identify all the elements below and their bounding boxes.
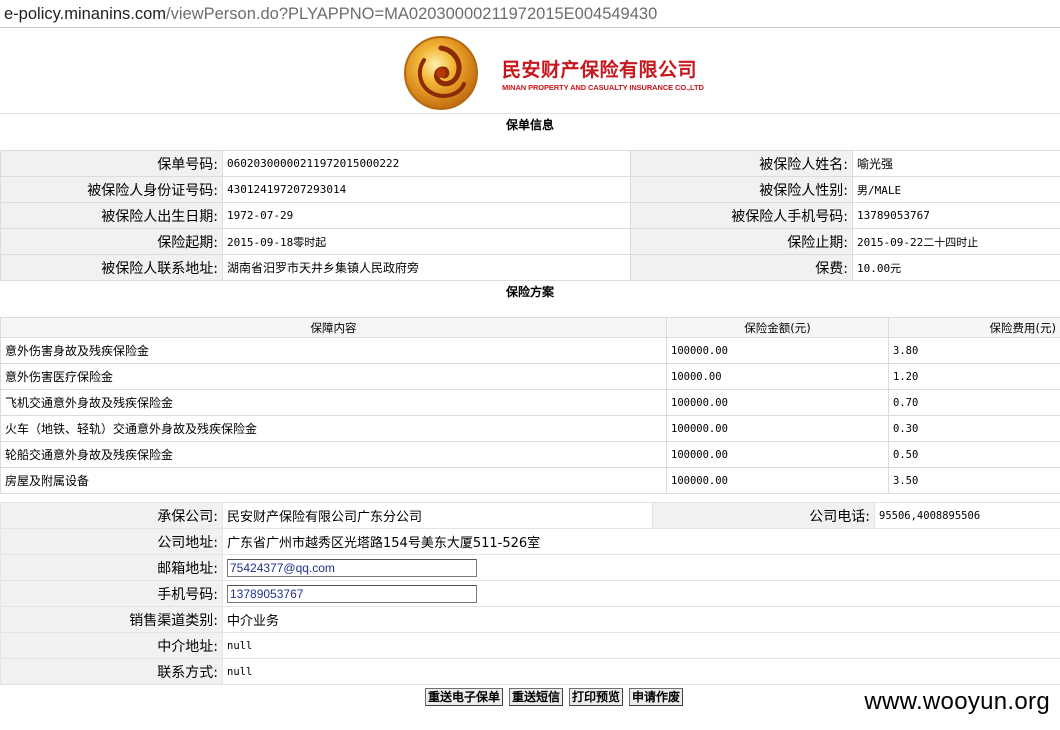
email-field[interactable]: 75424377@qq.com — [227, 558, 477, 577]
company-name-cn: 民安财产保险有限公司 — [502, 59, 698, 81]
id-number-value: 430124197207293014 — [222, 176, 631, 203]
insured-name-value: 喻光强 — [852, 150, 1060, 177]
table-row: 火车（地铁、轻轨）交通意外身故及残疾保险金 100000.00 0.30 — [0, 415, 1060, 442]
company-name-en: MINAN PROPERTY AND CASUALTY INSURANCE CO… — [502, 83, 704, 92]
premium-label: 保费: — [630, 254, 853, 281]
insured-name-label: 被保险人姓名: — [630, 150, 853, 177]
table-row: 保单号码: 060203000002119720150002​22 被保险人姓名… — [0, 150, 1060, 177]
plan-table: 保障内容 保险金额(元) 保险费用(元) 意外伤害身故及残疾保险金 100000… — [0, 317, 1060, 494]
table-row: 销售渠道类别: 中介业务 — [0, 606, 1060, 633]
end-date-label: 保险止期: — [630, 228, 853, 255]
contact-method-label: 联系方式: — [0, 658, 223, 685]
policy-number-label: 保单号码: — [0, 150, 223, 177]
coverage-fee: 0.50 — [888, 441, 1060, 468]
agent-address-value: null — [222, 632, 1060, 659]
email-cell: 75424377@qq.com — [222, 554, 1060, 581]
print-preview-button[interactable]: 打印预览 — [569, 688, 624, 706]
start-date-value: 2015-09-18零时起 — [222, 228, 631, 255]
table-header-row: 保障内容 保险金额(元) 保险费用(元) — [0, 317, 1060, 338]
address-bar[interactable]: e-policy.minanins.com/viewPerson.do?PLYA… — [0, 0, 1060, 28]
company-logo-header: 民安财产保险有限公司 MINAN PROPERTY AND CASUALTY I… — [0, 28, 1060, 113]
agent-address-label: 中介地址: — [0, 632, 223, 659]
coverage-fee: 3.50 — [888, 467, 1060, 494]
coverage-item: 意外伤害医疗保险金 — [0, 363, 667, 390]
birth-date-value: 1972-07-29 — [222, 202, 631, 229]
table-row: 意外伤害医疗保险金 10000.00 1.20 — [0, 363, 1060, 390]
table-row: 邮箱地址: 75424377@qq.com — [0, 554, 1060, 581]
coverage-amount: 100000.00 — [666, 415, 889, 442]
contact-address-label: 被保险人联系地址: — [0, 254, 223, 281]
premium-value: 10.00元 — [852, 254, 1060, 281]
contact-method-value: null — [222, 658, 1060, 685]
coverage-fee: 0.70 — [888, 389, 1060, 416]
coverage-amount: 10000.00 — [666, 363, 889, 390]
col-header-coverage: 保障内容 — [0, 317, 667, 338]
company-address-label: 公司地址: — [0, 528, 223, 555]
table-row: 被保险人出生日期: 1972-07-29 被保险人手机号码: 137890537… — [0, 202, 1060, 229]
url-host: e-policy.minanins.com — [4, 5, 167, 23]
table-row: 房屋及附属设备 100000.00 3.50 — [0, 467, 1060, 494]
table-row: 中介地址: null — [0, 632, 1060, 659]
policy-info-title: 保单信息 — [505, 118, 554, 132]
company-phone-value: 95506,4008895506 — [874, 502, 1060, 529]
insured-mobile-label: 被保险人手机号码: — [630, 202, 853, 229]
coverage-fee: 3.80 — [888, 337, 1060, 364]
coverage-item: 飞机交通意外身故及残疾保险金 — [0, 389, 667, 416]
policy-info-table: 保单号码: 060203000002119720150002​22 被保险人姓名… — [0, 150, 1060, 281]
coverage-item: 意外伤害身故及残疾保险金 — [0, 337, 667, 364]
start-date-label: 保险起期: — [0, 228, 223, 255]
policy-number-value: 060203000002119720150002​22 — [222, 150, 631, 177]
insured-mobile-value: 13789053767 — [852, 202, 1060, 229]
table-row: 飞机交通意外身故及残疾保险金 100000.00 0.70 — [0, 389, 1060, 416]
table-row: 被保险人联系地址: 湖南省汨罗市天井乡集镇人民政府旁 保费: 10.00元 — [0, 254, 1060, 281]
table-row: 承保公司: 民安财产保险有限公司广东分公司 公司电话: 95506,400889… — [0, 502, 1060, 529]
table-row: 联系方式: null — [0, 658, 1060, 685]
plan-title: 保险方案 — [505, 285, 554, 299]
coverage-item: 房屋及附属设备 — [0, 467, 667, 494]
coverage-amount: 100000.00 — [666, 337, 889, 364]
table-row: 保险起期: 2015-09-18零时起 保险止期: 2015-09-22二十四时… — [0, 228, 1060, 255]
sales-channel-value: 中介业务 — [222, 606, 1060, 633]
end-date-value: 2015-09-22二十四时止 — [852, 228, 1060, 255]
company-emblem-icon — [404, 36, 478, 110]
insured-gender-value: 男/MALE — [852, 176, 1060, 203]
apply-void-button[interactable]: 申请作废 — [629, 688, 684, 706]
table-row: 意外伤害身故及残疾保险金 100000.00 3.80 — [0, 337, 1060, 364]
insured-gender-label: 被保险人性别: — [630, 176, 853, 203]
coverage-fee: 1.20 — [888, 363, 1060, 390]
table-row: 公司地址: 广东省广州市越秀区光塔路154号美东大厦511-526室 — [0, 528, 1060, 555]
resend-policy-button[interactable]: 重送电子保单 — [425, 688, 504, 706]
coverage-amount: 100000.00 — [666, 441, 889, 468]
coverage-amount: 100000.00 — [666, 467, 889, 494]
coverage-fee: 0.30 — [888, 415, 1060, 442]
col-header-fee: 保险费用(元) — [888, 317, 1060, 338]
resend-sms-button[interactable]: 重送短信 — [509, 688, 564, 706]
watermark: www.wooyun.org — [864, 688, 1050, 715]
mobile-cell: 13789053767 — [222, 580, 1060, 607]
insurer-label: 承保公司: — [0, 502, 223, 529]
insurer-value: 民安财产保险有限公司广东分公司 — [222, 502, 653, 529]
email-label: 邮箱地址: — [0, 554, 223, 581]
table-row: 手机号码: 13789053767 — [0, 580, 1060, 607]
table-row: 轮船交通意外身故及残疾保险金 100000.00 0.50 — [0, 441, 1060, 468]
birth-date-label: 被保险人出生日期: — [0, 202, 223, 229]
coverage-item: 火车（地铁、轻轨）交通意外身故及残疾保险金 — [0, 415, 667, 442]
contact-address-value: 湖南省汨罗市天井乡集镇人民政府旁 — [222, 254, 631, 281]
id-number-label: 被保险人身份证号码: — [0, 176, 223, 203]
company-phone-label: 公司电话: — [652, 502, 875, 529]
mobile-field[interactable]: 13789053767 — [227, 584, 477, 603]
url-path: /viewPerson.do?PLYAPPNO=MA02030000211972… — [166, 5, 658, 23]
company-address-value: 广东省广州市越秀区光塔路154号美东大厦511-526室 — [222, 528, 1060, 555]
table-row: 被保险人身份证号码: 430124197207293014 被保险人性别: 男/… — [0, 176, 1060, 203]
company-info-table: 承保公司: 民安财产保险有限公司广东分公司 公司电话: 95506,400889… — [0, 502, 1060, 685]
coverage-amount: 100000.00 — [666, 389, 889, 416]
coverage-item: 轮船交通意外身故及残疾保险金 — [0, 441, 667, 468]
sales-channel-label: 销售渠道类别: — [0, 606, 223, 633]
col-header-amount: 保险金额(元) — [666, 317, 889, 338]
mobile-label: 手机号码: — [0, 580, 223, 607]
